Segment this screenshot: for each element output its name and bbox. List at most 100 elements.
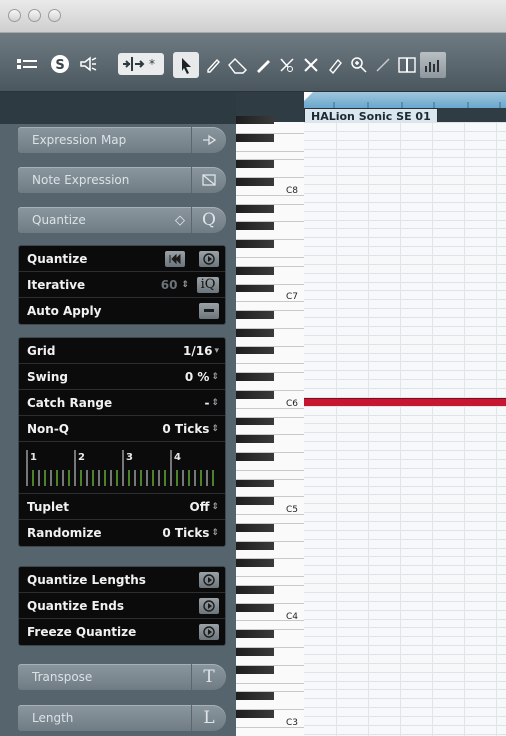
white-key-divider <box>236 664 304 666</box>
black-key[interactable] <box>236 692 274 701</box>
trim-icon[interactable] <box>250 52 276 78</box>
non-q-stepper-icon[interactable]: ⇕ <box>211 424 219 434</box>
black-key[interactable] <box>236 479 274 488</box>
listen-icon[interactable] <box>76 53 100 75</box>
black-key[interactable] <box>236 559 274 568</box>
white-key-divider <box>236 709 304 711</box>
black-key[interactable] <box>236 373 274 382</box>
catch-range-stepper-icon[interactable]: ⇕ <box>211 398 219 408</box>
draw-icon[interactable] <box>200 52 226 78</box>
piano-keyboard[interactable]: C8 C7 C6 C5 C4 C3 <box>236 116 305 736</box>
iterative-stepper-icon[interactable]: ⇕ <box>181 280 189 290</box>
black-key[interactable] <box>236 284 274 293</box>
pitch-grid-line <box>304 707 506 709</box>
erase-icon[interactable] <box>224 52 250 78</box>
black-key[interactable] <box>236 222 274 231</box>
black-key[interactable] <box>236 266 274 275</box>
black-key[interactable] <box>236 160 274 169</box>
non-q-row: Non-Q 0 Ticks ⇕ <box>19 416 225 442</box>
non-q-value[interactable]: 0 Ticks <box>162 422 209 436</box>
pitch-grid-line <box>304 308 506 310</box>
swing-stepper-icon[interactable]: ⇕ <box>211 372 219 382</box>
length-section[interactable]: Length L <box>18 705 226 731</box>
minimize-button[interactable] <box>28 9 41 22</box>
zoom-button[interactable] <box>48 9 61 22</box>
pitch-grid-line <box>304 379 506 381</box>
tuplet-stepper-icon[interactable]: ⇕ <box>211 502 219 512</box>
line-icon[interactable] <box>370 52 396 78</box>
black-key[interactable] <box>236 346 274 355</box>
black-key[interactable] <box>236 133 274 142</box>
black-key[interactable] <box>236 390 274 399</box>
grid-dropdown-icon[interactable]: ▾ <box>214 346 219 356</box>
iterative-iq-button[interactable]: iQ <box>197 276 219 293</box>
black-key[interactable] <box>236 116 274 124</box>
part-ruler[interactable] <box>304 92 506 108</box>
black-key[interactable] <box>236 497 274 506</box>
transpose-section[interactable]: Transpose T <box>18 664 226 690</box>
black-key[interactable] <box>236 178 274 186</box>
split-icon[interactable] <box>274 52 300 78</box>
freeze-quantize-button[interactable] <box>199 624 219 640</box>
quantize-apply-button[interactable] <box>199 250 219 267</box>
black-key[interactable] <box>236 523 274 532</box>
midi-note[interactable] <box>304 398 506 406</box>
zoom-icon[interactable] <box>346 52 372 78</box>
catch-range-row: Catch Range - ⇕ <box>19 390 225 416</box>
solo-icon[interactable]: S <box>48 53 72 75</box>
inspector-toggle-icon[interactable] <box>14 53 40 75</box>
swing-value[interactable]: 0 % <box>185 370 210 384</box>
pitch-grid-line <box>304 494 506 496</box>
black-key[interactable] <box>236 586 274 594</box>
black-key[interactable] <box>236 453 274 461</box>
quantize-ends-button[interactable] <box>199 597 219 614</box>
pitch-grid-line <box>304 334 506 336</box>
time-warp-icon[interactable] <box>394 52 420 78</box>
iterative-value[interactable]: 60 <box>161 278 178 292</box>
pitch-grid-line <box>304 565 506 567</box>
black-key[interactable] <box>236 240 274 249</box>
auto-apply-toggle[interactable] <box>199 303 219 319</box>
quantize-grid-graphic[interactable]: 1 2 3 4 <box>25 446 219 490</box>
black-key[interactable] <box>236 710 274 718</box>
black-key[interactable] <box>236 648 274 656</box>
quantize-section[interactable]: Quantize ◇ Q <box>18 207 226 233</box>
pitch-grid-line <box>304 317 506 319</box>
grid-value[interactable]: 1/16 <box>183 344 212 358</box>
black-key[interactable] <box>236 417 274 426</box>
glue-icon[interactable] <box>322 52 348 78</box>
pitch-grid-line <box>304 237 506 239</box>
object-select-icon[interactable] <box>173 52 199 78</box>
grid-row: Grid 1/16 ▾ <box>19 338 225 364</box>
pitch-grid-line <box>304 521 506 522</box>
expression-map-section[interactable]: Expression Map <box>18 127 226 153</box>
svg-text:S: S <box>55 58 64 73</box>
tuplet-value[interactable]: Off <box>190 500 210 514</box>
catch-range-value[interactable]: - <box>204 396 209 410</box>
randomize-stepper-icon[interactable]: ⇕ <box>211 528 219 538</box>
pitch-grid-line <box>304 591 506 593</box>
black-key[interactable] <box>236 603 274 612</box>
quantize-lengths-button[interactable] <box>199 571 219 588</box>
black-key[interactable] <box>236 435 274 444</box>
piano-roll-grid[interactable] <box>304 122 506 736</box>
auto-apply-row: Auto Apply <box>19 298 225 324</box>
randomize-value[interactable]: 0 Ticks <box>162 526 209 540</box>
quantize-grid-display[interactable]: 1 2 3 4 <box>19 442 225 494</box>
quantize-settings-box: Grid 1/16 ▾ Swing 0 % ⇕ Catch Range - ⇕ … <box>18 337 226 547</box>
black-key[interactable] <box>236 311 274 319</box>
black-key[interactable] <box>236 204 274 213</box>
black-key[interactable] <box>236 665 274 674</box>
mute-icon[interactable] <box>298 52 324 78</box>
pitch-grid-line <box>304 609 506 611</box>
black-key[interactable] <box>236 328 274 337</box>
quantize-reset-button[interactable] <box>165 250 185 267</box>
meter-icon[interactable] <box>420 52 446 78</box>
note-expression-section[interactable]: Note Expression <box>18 167 226 193</box>
black-key[interactable] <box>236 630 274 639</box>
pitch-grid-line <box>304 485 506 487</box>
close-button[interactable] <box>8 9 21 22</box>
white-key-divider <box>236 629 304 631</box>
autoscroll-icon[interactable]: * <box>118 53 164 75</box>
black-key[interactable] <box>236 541 274 550</box>
